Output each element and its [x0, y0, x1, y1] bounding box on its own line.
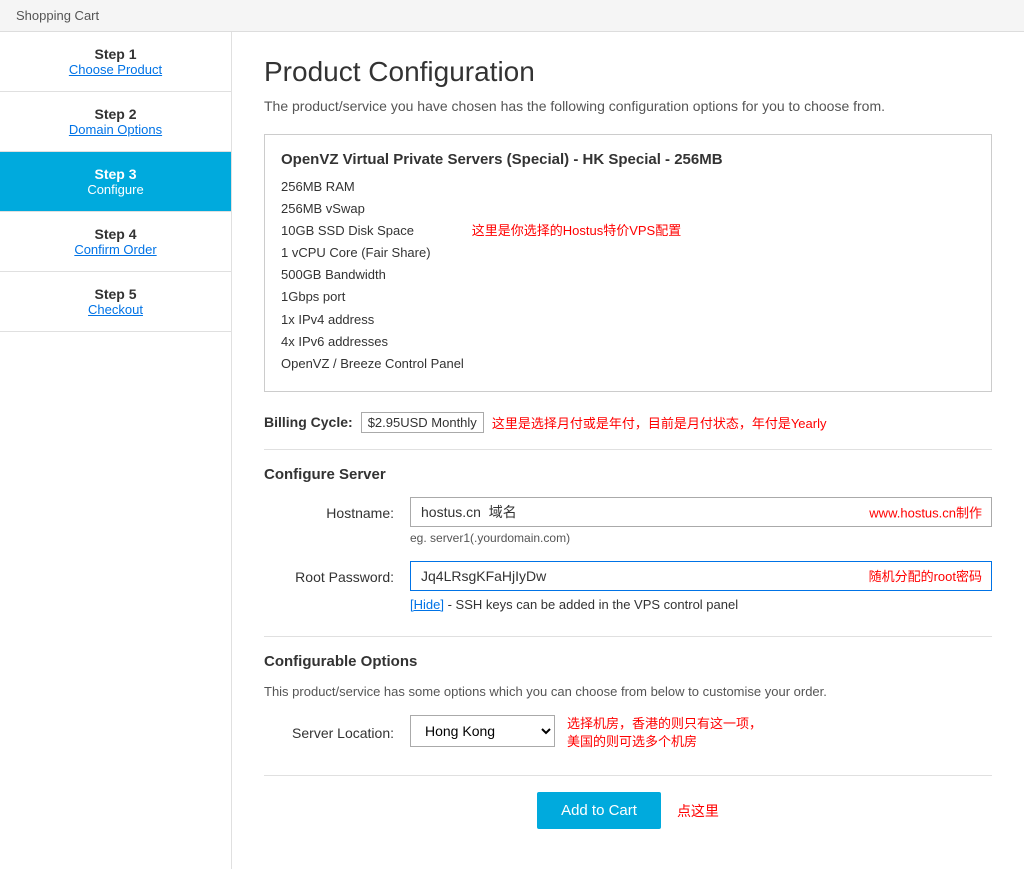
product-name: OpenVZ Virtual Private Servers (Special)… [281, 151, 975, 168]
sidebar-item-step2[interactable]: Step 2 Domain Options [0, 92, 231, 152]
hostname-row: Hostname: www.hostus.cn制作 eg. server1(.y… [264, 497, 992, 545]
spec-ipv4: 1x IPv4 address [281, 309, 975, 331]
configure-server-section: Configure Server Hostname: www.hostus.cn… [264, 466, 992, 612]
hide-link[interactable]: [Hide] [410, 597, 444, 612]
main-layout: Step 1 Choose Product Step 2 Domain Opti… [0, 32, 1024, 869]
spec-disk: 10GB SSD Disk Space 这里是你选择的Hostus特价VPS配置 [281, 220, 975, 242]
top-bar-label: Shopping Cart [16, 8, 99, 23]
sidebar: Step 1 Choose Product Step 2 Domain Opti… [0, 32, 232, 869]
step5-sub[interactable]: Checkout [16, 302, 215, 317]
configure-server-title: Configure Server [264, 466, 992, 483]
password-field: 随机分配的root密码 [Hide] - SSH keys can be add… [410, 561, 992, 612]
spec-vswap: 256MB vSwap [281, 198, 975, 220]
server-location-row: Server Location: Hong Kong United States… [264, 715, 992, 751]
billing-value: $2.95USD Monthly [361, 412, 484, 433]
billing-label: Billing Cycle: [264, 414, 353, 430]
footer-bar: Add to Cart 点这里 [264, 775, 992, 845]
step1-label: Step 1 [16, 46, 215, 62]
product-specs: 256MB RAM 256MB vSwap 10GB SSD Disk Spac… [281, 176, 975, 375]
step5-label: Step 5 [16, 286, 215, 302]
spec-bandwidth: 500GB Bandwidth [281, 264, 975, 286]
server-location-label: Server Location: [264, 725, 394, 741]
page-title: Product Configuration [264, 56, 992, 88]
step3-label: Step 3 [16, 166, 215, 182]
hostname-input-wrapper: www.hostus.cn制作 [410, 497, 992, 527]
ssh-note: [Hide] - SSH keys can be added in the VP… [410, 597, 992, 612]
product-box: OpenVZ Virtual Private Servers (Special)… [264, 134, 992, 392]
spec-panel: OpenVZ / Breeze Control Panel [281, 353, 975, 375]
step4-sub[interactable]: Confirm Order [16, 242, 215, 257]
hostname-field: www.hostus.cn制作 eg. server1(.yourdomain.… [410, 497, 992, 545]
configurable-options-title: Configurable Options [264, 653, 992, 670]
billing-annotation: 这里是选择月付或是年付，目前是月付状态，年付是Yearly [492, 413, 827, 432]
sidebar-item-step4[interactable]: Step 4 Confirm Order [0, 212, 231, 272]
hostname-input[interactable] [410, 497, 992, 527]
step4-label: Step 4 [16, 226, 215, 242]
password-label: Root Password: [264, 561, 394, 585]
step2-label: Step 2 [16, 106, 215, 122]
top-bar: Shopping Cart [0, 0, 1024, 32]
step3-sub: Configure [16, 182, 215, 197]
password-annotation: 随机分配的root密码 [869, 566, 982, 585]
configurable-options-section: Configurable Options This product/servic… [264, 653, 992, 751]
hostname-hint: eg. server1(.yourdomain.com) [410, 531, 992, 545]
configurable-options-desc: This product/service has some options wh… [264, 684, 992, 699]
spec-ram: 256MB RAM [281, 176, 975, 198]
hostname-label: Hostname: [264, 497, 394, 521]
location-select-wrap: Hong Kong United States 选择机房，香港的则只有这一项，美… [410, 715, 767, 751]
step1-sub[interactable]: Choose Product [16, 62, 215, 77]
content-area: Product Configuration The product/servic… [232, 32, 1024, 869]
sidebar-item-step3[interactable]: Step 3 Configure [0, 152, 231, 212]
spec-vcpu: 1 vCPU Core (Fair Share) [281, 242, 975, 264]
step2-sub[interactable]: Domain Options [16, 122, 215, 137]
specs-annotation: 这里是你选择的Hostus特价VPS配置 [472, 223, 681, 238]
location-annotation: 选择机房，香港的则只有这一项，美国的则可选多个机房 [567, 715, 767, 751]
page-desc: The product/service you have chosen has … [264, 98, 992, 114]
spec-port: 1Gbps port [281, 286, 975, 308]
spec-ipv6: 4x IPv6 addresses [281, 331, 975, 353]
password-row: Root Password: 随机分配的root密码 [Hide] - SSH … [264, 561, 992, 612]
click-here-text: 点这里 [677, 801, 719, 821]
sidebar-item-step5[interactable]: Step 5 Checkout [0, 272, 231, 332]
add-to-cart-button[interactable]: Add to Cart [537, 792, 661, 829]
sidebar-item-step1[interactable]: Step 1 Choose Product [0, 32, 231, 92]
billing-cycle-row: Billing Cycle: $2.95USD Monthly 这里是选择月付或… [264, 412, 992, 433]
ssh-note-text: - SSH keys can be added in the VPS contr… [448, 597, 739, 612]
